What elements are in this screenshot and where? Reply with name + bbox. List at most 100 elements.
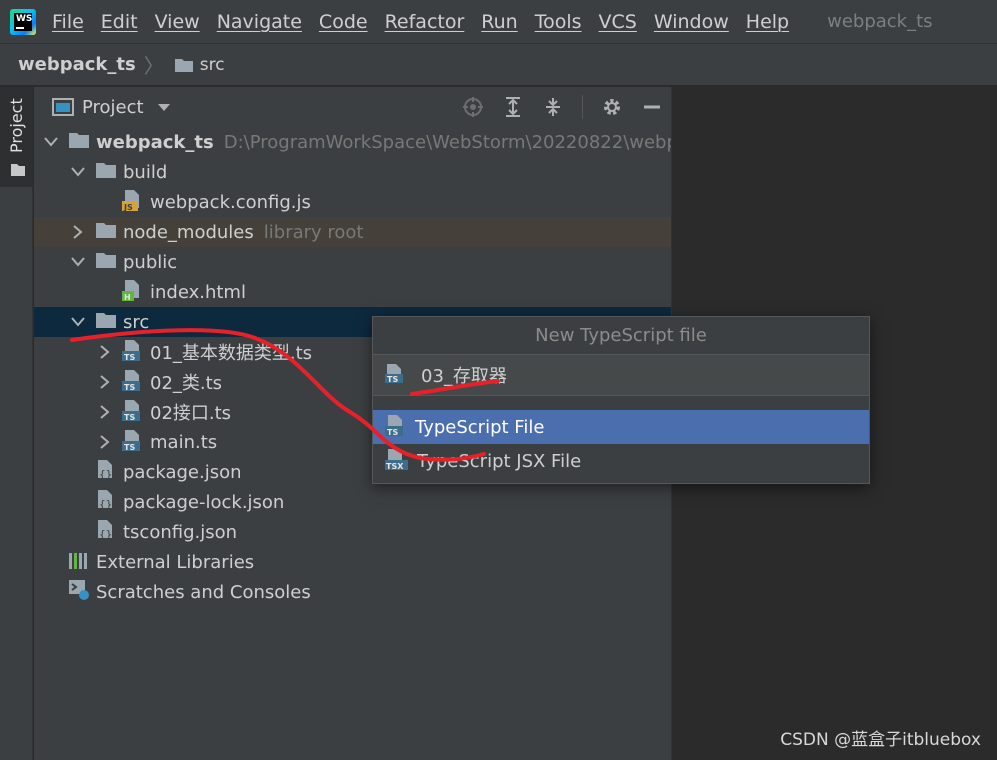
breadcrumb-src[interactable]: src [174,55,225,75]
chevron-right-icon[interactable] [98,405,112,419]
folder-icon [95,311,117,334]
menu-view[interactable]: View [155,11,200,33]
tree-item-label: External Libraries [96,551,255,573]
tree-item-label: package-lock.json [123,491,285,513]
menu-tools[interactable]: Tools [535,11,582,33]
svg-text:TS: TS [124,413,135,421]
svg-text:H: H [124,293,131,301]
tree-row[interactable]: {} package-lock.json [34,487,671,517]
tree-row[interactable]: {} tsconfig.json [34,517,671,547]
menu-help[interactable]: Help [746,11,789,33]
tree-item-label: node_modules [123,221,254,243]
menu-refactor[interactable]: Refactor [385,11,465,33]
locate-icon[interactable] [462,96,484,118]
library-icon [68,550,90,575]
chevron-right-icon[interactable] [98,345,112,359]
tree-row[interactable]: Hindex.html [34,277,671,307]
watermark-text: CSDN @蓝盒子itbluebox [780,730,981,750]
tree-row[interactable]: External Libraries [34,547,671,577]
json-file-icon: {} [95,459,117,486]
svg-text:TS: TS [387,375,398,383]
tree-row[interactable]: build [34,157,671,187]
svg-text:{}: {} [99,498,112,511]
tree-item-label: src [123,311,150,333]
window-title: webpack_ts [827,11,933,32]
svg-text:TS: TS [124,443,135,451]
popup-item-typescript-file[interactable]: TS TypeScript File [373,410,869,444]
chevron-down-icon[interactable] [71,255,85,269]
breadcrumb-root[interactable]: webpack_ts [18,54,136,75]
popup-input-row: TS [373,355,869,396]
tree-item-hint: D:\ProgramWorkSpace\WebStorm\20220822\we… [223,131,699,153]
tree-item-label: package.json [123,461,242,483]
svg-text:TS: TS [387,428,398,436]
breadcrumb-src-label: src [199,54,225,75]
project-panel-header: Project [34,87,671,127]
chevron-down-icon[interactable] [71,315,85,329]
tree-item-label: 02_类.ts [150,373,223,394]
popup-item-label: TypeScript File [415,416,545,438]
popup-item-typescript-jsx-file[interactable]: TSX TypeScript JSX File [373,444,869,478]
ts-file-icon: TS [122,339,144,366]
menu-window[interactable]: Window [654,11,729,33]
tree-row[interactable]: Scratches and Consoles [34,577,671,607]
panel-toolbar [462,95,663,119]
popup-title: New TypeScript file [373,317,869,355]
ts-file-icon: TS [122,369,144,396]
menu-code[interactable]: Code [319,11,368,33]
ts-file-icon: TS [122,399,144,426]
tree-item-label: index.html [150,281,246,303]
chevron-down-icon[interactable] [157,103,170,111]
webstorm-logo-icon: WS [10,8,36,35]
folder-icon [95,221,117,244]
svg-text:TSX: TSX [386,462,404,470]
gear-icon[interactable] [601,96,623,118]
folder-icon [95,251,117,274]
html-file-icon: H [122,279,144,306]
tree-item-label: build [123,161,168,183]
svg-text:JS: JS [123,203,133,211]
chevron-down-icon[interactable] [44,135,58,149]
tree-item-label: main.ts [150,431,218,453]
json-file-icon: {} [95,489,117,516]
menu-edit[interactable]: Edit [101,11,138,33]
svg-text:{}: {} [99,468,112,481]
project-tool-button[interactable]: Project [0,87,33,187]
menu-vcs[interactable]: VCS [599,11,637,33]
chevron-right-icon[interactable] [71,225,85,239]
folder-icon [68,131,90,154]
tree-row[interactable]: public [34,247,671,277]
tree-row[interactable]: node_modules library root [34,217,671,247]
js-file-icon: JS [122,189,144,216]
file-name-input[interactable] [421,364,821,386]
tree-row[interactable]: JS webpack.config.js [34,187,671,217]
popup-item-label: TypeScript JSX File [417,450,582,472]
breadcrumb: webpack_ts 〉 src [0,43,997,86]
menu-items: File Edit View Navigate Code Refactor Run Tools… [52,11,806,33]
tree-item-label: Scratches and Consoles [96,581,311,603]
chevron-right-icon[interactable] [98,435,112,449]
project-tool-label: Project [7,98,26,153]
project-view-icon [52,98,74,116]
menu-file[interactable]: File [52,11,84,33]
breadcrumb-separator-icon: 〉 [143,54,164,78]
tree-item-label: 01_基本数据类型.ts [150,343,313,364]
collapse-all-icon[interactable] [542,96,564,118]
tree-item-label: webpack_ts [96,131,214,153]
scratches-icon [68,579,90,606]
menu-navigate[interactable]: Navigate [217,11,302,33]
chevron-down-icon[interactable] [71,165,85,179]
svg-text:{}: {} [99,528,112,541]
ts-file-icon: TS [385,363,407,388]
tree-item-label: public [123,251,178,273]
tree-row[interactable]: webpack_ts D:\ProgramWorkSpace\WebStorm\2… [34,127,699,157]
expand-all-icon[interactable] [502,96,524,118]
ts-file-icon: TS [385,414,407,441]
chevron-right-icon[interactable] [98,375,112,389]
file-type-list: TS TypeScript File TSX TypeScript JSX File [373,396,869,478]
project-panel-title[interactable]: Project [82,97,144,118]
json-file-icon: {} [95,519,117,546]
new-file-popup: New TypeScript file TS TS TypeScript File… [372,316,870,484]
minimize-icon[interactable] [641,96,663,118]
menu-run[interactable]: Run [481,11,517,33]
